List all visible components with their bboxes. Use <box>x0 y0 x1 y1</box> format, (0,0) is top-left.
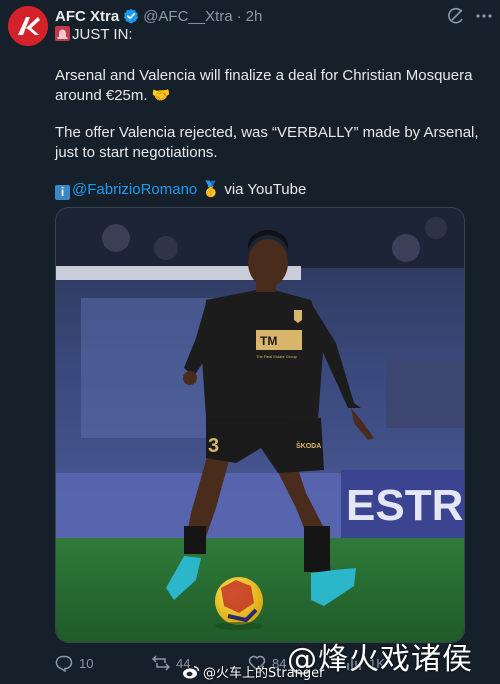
football-player-photo: ESTR 3 TM The Real Estate Group ŠKODA <box>56 208 464 642</box>
reply-button[interactable]: 10 <box>55 654 93 672</box>
afc-xtra-logo-icon <box>8 6 48 46</box>
headline-text: JUST IN: <box>72 26 133 43</box>
sleeve-sponsor-text: ŠKODA <box>296 441 321 450</box>
source-suffix: via YouTube <box>224 181 307 198</box>
tweet-header: AFC Xtra @AFC__Xtra · 2h <box>55 6 262 26</box>
author-avatar[interactable] <box>8 6 48 46</box>
weibo-icon <box>183 665 200 678</box>
shirt-number-text: 3 <box>208 435 219 457</box>
sponsor-subtext: The Real Estate Group <box>256 354 298 359</box>
sponsor-logo-text: TM <box>260 334 277 348</box>
repost-icon <box>152 655 170 671</box>
author-handle[interactable]: @AFC__Xtra <box>143 8 232 25</box>
timestamp[interactable]: 2h <box>246 8 263 25</box>
reply-count: 10 <box>79 655 94 671</box>
tweet-line-offer: The offer Valencia rejected, was “VERBAL… <box>55 124 479 161</box>
watermark-sub-text: @火车上的Stranger <box>203 666 325 681</box>
ad-board-text: ESTR <box>346 481 463 530</box>
separator-dot: · <box>236 7 242 25</box>
medal-icon: 🥇 <box>201 181 221 198</box>
author-name[interactable]: AFC Xtra <box>55 8 119 25</box>
tweet-line-headline: JUST IN: <box>55 25 485 47</box>
tweet-photo[interactable]: ESTR 3 TM The Real Estate Group ŠKODA <box>55 207 465 643</box>
reply-icon <box>55 655 73 672</box>
more-options-icon[interactable] <box>474 6 494 26</box>
verified-badge-icon <box>123 8 139 24</box>
info-icon: i <box>55 185 70 200</box>
source-mention-link[interactable]: @FabrizioRomano <box>72 181 197 198</box>
tweet-line-deal: Arsenal and Valencia will finalize a dea… <box>55 67 473 104</box>
tweet-text: JUST IN: Arsenal and Valencia will final… <box>55 25 485 200</box>
siren-icon <box>55 26 70 47</box>
watermark-sub: @火车上的Stranger <box>182 662 325 681</box>
tweet-line-source: i @FabrizioRomano 🥇 via YouTube <box>55 180 485 200</box>
grok-icon[interactable] <box>447 7 465 25</box>
